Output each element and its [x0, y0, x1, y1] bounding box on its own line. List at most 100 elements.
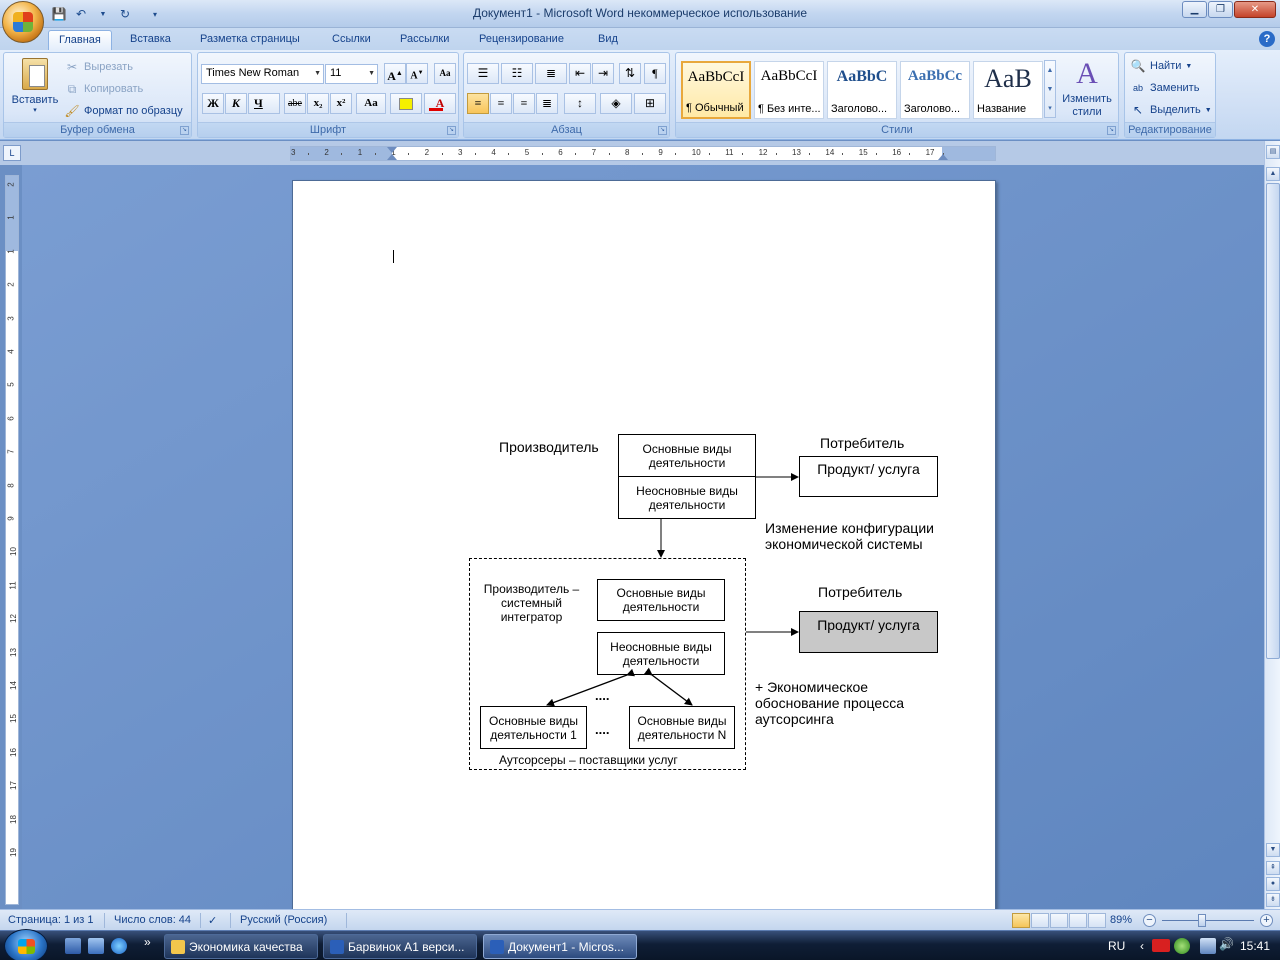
font-launcher-icon[interactable]: ↘ — [447, 126, 456, 135]
paragraph-launcher-icon[interactable]: ↘ — [658, 126, 667, 135]
show-desktop-icon[interactable] — [65, 938, 81, 954]
clipboard-launcher-icon[interactable]: ↘ — [180, 126, 189, 135]
scroll-thumb[interactable] — [1266, 183, 1280, 659]
next-page-button[interactable]: ⇟ — [1266, 893, 1280, 907]
language-indicator[interactable]: RU — [1108, 939, 1125, 953]
web-layout-button[interactable] — [1050, 913, 1068, 928]
align-right-button[interactable]: ≡ — [513, 93, 535, 114]
select-browse-object-button[interactable]: ● — [1266, 877, 1280, 891]
style-title[interactable]: AaB Название — [973, 61, 1043, 119]
styles-scroll-buttons[interactable]: ▲ ▼ ▾ — [1044, 60, 1056, 118]
copy-button[interactable]: ⧉ Копировать — [64, 79, 144, 99]
subscript-button[interactable]: x₂ — [307, 93, 329, 114]
zoom-level[interactable]: 89% — [1110, 914, 1132, 926]
bold-button[interactable]: Ж — [202, 93, 224, 114]
close-button[interactable]: ✕ — [1234, 1, 1276, 18]
zoom-slider-thumb[interactable] — [1198, 914, 1206, 927]
internet-explorer-icon[interactable] — [111, 938, 127, 954]
word-count-status[interactable]: Число слов: 44 — [114, 914, 191, 926]
cut-button[interactable]: ✂ Вырезать — [64, 57, 133, 77]
increase-indent-button[interactable]: ⇥ — [592, 63, 614, 84]
vertical-ruler[interactable]: 2 1 1 2 3 4 5 6 7 8 9 10 11 12 13 14 15 16 17 18 19 — [5, 175, 19, 905]
office-button[interactable] — [2, 1, 44, 43]
find-button[interactable]: 🔍 Найти ▼ — [1130, 56, 1193, 76]
change-case-button[interactable]: Aa — [356, 93, 386, 114]
previous-page-button[interactable]: ⇞ — [1266, 861, 1280, 875]
tab-mailings[interactable]: Рассылки — [390, 30, 459, 50]
tab-references[interactable]: Ссылки — [322, 30, 381, 50]
switch-windows-icon[interactable] — [88, 938, 104, 954]
shrink-font-button[interactable]: A▼ — [406, 63, 428, 84]
page-count-status[interactable]: Страница: 1 из 1 — [8, 914, 94, 926]
tab-page-layout[interactable]: Разметка страницы — [190, 30, 310, 50]
clock[interactable]: 15:41 — [1240, 939, 1270, 953]
justify-button[interactable]: ≣ — [536, 93, 558, 114]
paste-button[interactable]: Вставить ▾ — [9, 56, 61, 120]
font-name-combo[interactable]: Times New Roman ▼ — [201, 64, 324, 84]
clear-format-icon[interactable]: Aa — [434, 63, 456, 84]
help-icon[interactable]: ? — [1259, 31, 1275, 47]
select-button[interactable]: ↖ Выделить ▼ — [1130, 100, 1212, 120]
highlight-button[interactable] — [390, 93, 422, 114]
antivirus-tray-icon[interactable] — [1174, 938, 1190, 954]
tab-view[interactable]: Вид — [588, 30, 628, 50]
style-heading-1[interactable]: AaBbC Заголово... — [827, 61, 897, 119]
taskbar-item-folder[interactable]: Экономика качества — [164, 934, 318, 959]
full-screen-reading-button[interactable] — [1031, 913, 1049, 928]
tab-insert[interactable]: Вставка — [120, 30, 181, 50]
numbering-button[interactable]: ☷ — [501, 63, 533, 84]
network-tray-icon[interactable] — [1200, 938, 1216, 954]
multilevel-list-button[interactable]: ≣ — [535, 63, 567, 84]
minimize-button[interactable]: ▁ — [1182, 1, 1207, 18]
vertical-scrollbar[interactable]: ▤ ▲ ▼ ⇞ ● ⇟ — [1264, 141, 1280, 909]
zoom-in-icon[interactable]: + — [1260, 914, 1273, 927]
style-normal[interactable]: AaBbCcI ¶ Обычный — [681, 61, 751, 119]
quick-launch-overflow-icon[interactable]: » — [144, 935, 151, 949]
style-no-spacing[interactable]: AaBbCcI ¶ Без инте... — [754, 61, 824, 119]
line-spacing-button[interactable]: ↕ — [564, 93, 596, 114]
taskbar-item-document1[interactable]: Документ1 - Micros... — [483, 934, 637, 959]
grow-font-button[interactable]: A▲ — [384, 63, 406, 84]
taskbar-item-word-doc[interactable]: Барвинок А1 верси... — [323, 934, 477, 959]
zoom-out-icon[interactable]: − — [1143, 914, 1156, 927]
borders-button[interactable]: ⊞ — [634, 93, 666, 114]
styles-launcher-icon[interactable]: ↘ — [1107, 126, 1116, 135]
volume-icon[interactable]: 🔊 — [1219, 937, 1234, 951]
format-painter-button[interactable]: 🖌 Формат по образцу — [64, 101, 182, 121]
zoom-slider-track[interactable] — [1162, 920, 1254, 921]
font-color-button[interactable]: A — [424, 93, 456, 114]
tray-expand-icon[interactable]: ‹ — [1140, 939, 1144, 953]
print-layout-view-button[interactable] — [1012, 913, 1030, 928]
proofing-icon[interactable]: ✓ — [208, 914, 217, 927]
italic-button[interactable]: К — [225, 93, 247, 114]
language-status[interactable]: Русский (Россия) — [240, 914, 327, 926]
superscript-button[interactable]: x² — [330, 93, 352, 114]
underline-button[interactable]: Ч — [248, 93, 280, 114]
document-page[interactable]: Производитель Основные виды деятельности… — [292, 180, 996, 909]
align-left-button[interactable]: ≡ — [467, 93, 489, 114]
scroll-down-button[interactable]: ▼ — [1266, 843, 1280, 857]
tab-review[interactable]: Рецензирование — [469, 30, 574, 50]
show-marks-button[interactable]: ¶ — [644, 63, 666, 84]
sort-button[interactable]: ⇅ — [619, 63, 641, 84]
font-size-combo[interactable]: 11 ▼ — [325, 64, 378, 84]
strikethrough-button[interactable]: abe — [284, 93, 306, 114]
view-ruler-icon[interactable]: ▤ — [1266, 145, 1280, 159]
tab-selector-button[interactable]: L — [3, 145, 21, 161]
start-button[interactable] — [4, 929, 48, 960]
tab-home[interactable]: Главная — [48, 30, 112, 50]
style-heading-2[interactable]: AaBbCc Заголово... — [900, 61, 970, 119]
horizontal-ruler[interactable]: 3 2 1 1 2 3 4 5 6 7 8 9 10 11 12 13 14 15 16 17 — [290, 146, 996, 161]
replace-button[interactable]: ab Заменить — [1130, 78, 1199, 98]
shading-button[interactable]: ◈ — [600, 93, 632, 114]
scroll-up-button[interactable]: ▲ — [1266, 167, 1280, 181]
align-center-button[interactable]: ≡ — [490, 93, 512, 114]
bullets-button[interactable]: ☰ — [467, 63, 499, 84]
draft-view-button[interactable] — [1088, 913, 1106, 928]
indent-marker-icon[interactable] — [387, 147, 397, 153]
right-indent-marker-icon[interactable] — [938, 154, 948, 160]
restore-button[interactable]: ❐ — [1208, 1, 1233, 18]
decrease-indent-button[interactable]: ⇤ — [569, 63, 591, 84]
ati-tray-icon[interactable] — [1152, 939, 1170, 952]
change-styles-button[interactable]: A Изменить стили — [1058, 55, 1116, 121]
